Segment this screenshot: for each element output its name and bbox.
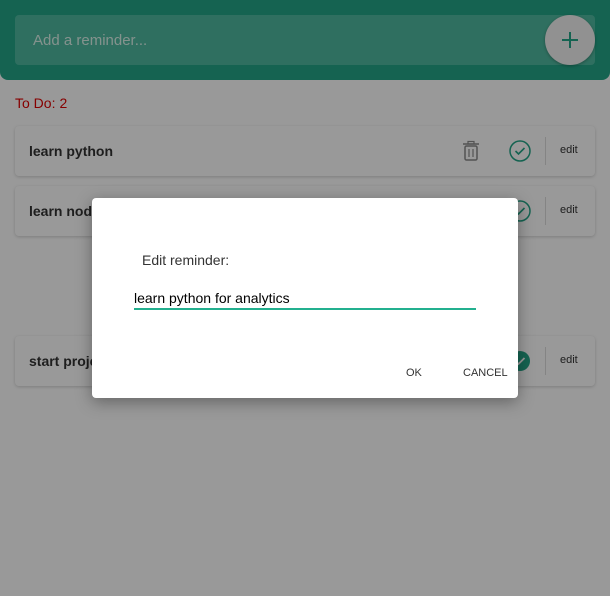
edit-reminder-input[interactable] (134, 288, 476, 310)
dialog-title: Edit reminder: (142, 252, 230, 268)
edit-reminder-dialog: Edit reminder: OK CANCEL (92, 198, 518, 398)
ok-button[interactable]: OK (406, 367, 422, 379)
cancel-button[interactable]: CANCEL (463, 367, 508, 379)
